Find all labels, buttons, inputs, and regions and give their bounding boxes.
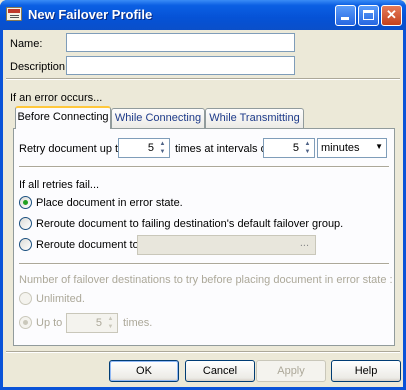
- radio-reroute[interactable]: [19, 238, 32, 251]
- destinations-count-value: 5: [95, 317, 102, 329]
- tab-while-transmitting[interactable]: While Transmitting: [205, 108, 304, 128]
- interval-value: 5: [292, 142, 299, 154]
- dialog-body: Name: Description: If an error occurs...…: [3, 30, 403, 387]
- app-icon: [6, 7, 22, 21]
- chevron-down-icon: ▼: [375, 142, 383, 151]
- ok-button[interactable]: OK: [109, 360, 179, 382]
- maximize-button[interactable]: [358, 5, 379, 26]
- spin-up-icon[interactable]: ▲: [302, 140, 313, 148]
- close-icon: ✕: [386, 7, 397, 22]
- description-input[interactable]: [66, 56, 295, 75]
- radio-unlimited: [19, 292, 32, 305]
- destinations-count-stepper: 5 ▲ ▼: [66, 313, 118, 333]
- interval-unit-select[interactable]: minutes ▼: [317, 138, 387, 158]
- interval-stepper[interactable]: 5 ▲ ▼: [263, 138, 315, 158]
- window-title: New Failover Profile: [28, 7, 153, 22]
- close-button[interactable]: ✕: [381, 5, 402, 26]
- description-label: Description:: [10, 61, 69, 73]
- divider: [6, 78, 400, 80]
- error-heading: If an error occurs...: [10, 92, 103, 104]
- name-input[interactable]: [66, 33, 295, 52]
- title-bar[interactable]: New Failover Profile ✕: [0, 0, 406, 30]
- name-label: Name:: [10, 38, 43, 50]
- radio-error-state[interactable]: [19, 196, 32, 209]
- apply-button: Apply: [256, 360, 326, 382]
- divider: [19, 263, 389, 265]
- browse-button: ...: [299, 237, 309, 249]
- minimize-button[interactable]: [335, 5, 356, 26]
- spin-down-icon: ▼: [107, 324, 114, 330]
- radio-default-failover-group-label[interactable]: Reroute document to failing destination'…: [36, 218, 343, 230]
- help-button[interactable]: Help: [331, 360, 401, 382]
- tab-while-connecting[interactable]: While Connecting: [111, 108, 205, 128]
- spin-down-icon[interactable]: ▼: [302, 148, 313, 156]
- radio-default-failover-group[interactable]: [19, 217, 32, 230]
- times-label: times.: [123, 317, 153, 329]
- spin-up-icon: ▲: [107, 316, 114, 322]
- radio-error-state-label[interactable]: Place document in error state.: [36, 197, 183, 209]
- cancel-button[interactable]: Cancel: [185, 360, 255, 382]
- dialog-window: New Failover Profile ✕ Name: Description…: [0, 0, 406, 390]
- radio-up-to-label: Up to: [36, 317, 63, 329]
- divider: [19, 166, 389, 168]
- minimize-icon: [341, 17, 349, 20]
- retry-label: Retry document up to: [19, 143, 125, 155]
- all-fail-heading: If all retries fail...: [19, 179, 100, 191]
- tab-before-connecting[interactable]: Before Connecting: [15, 106, 111, 129]
- radio-unlimited-label: Unlimited.: [36, 293, 85, 305]
- reroute-destination-field: ...: [137, 235, 316, 255]
- spin-down-icon[interactable]: ▼: [157, 148, 168, 156]
- destinations-heading: Number of failover destinations to try b…: [19, 274, 393, 286]
- retry-count-value: 5: [147, 142, 154, 154]
- radio-reroute-label[interactable]: Reroute document to: [36, 239, 139, 251]
- maximize-icon: [363, 10, 374, 20]
- divider: [6, 351, 400, 353]
- spin-up-icon[interactable]: ▲: [157, 140, 168, 148]
- interval-label: times at intervals of: [175, 143, 270, 155]
- retry-count-stepper[interactable]: 5 ▲ ▼: [118, 138, 170, 158]
- radio-up-to: [19, 316, 32, 329]
- interval-unit-value: minutes: [321, 142, 360, 154]
